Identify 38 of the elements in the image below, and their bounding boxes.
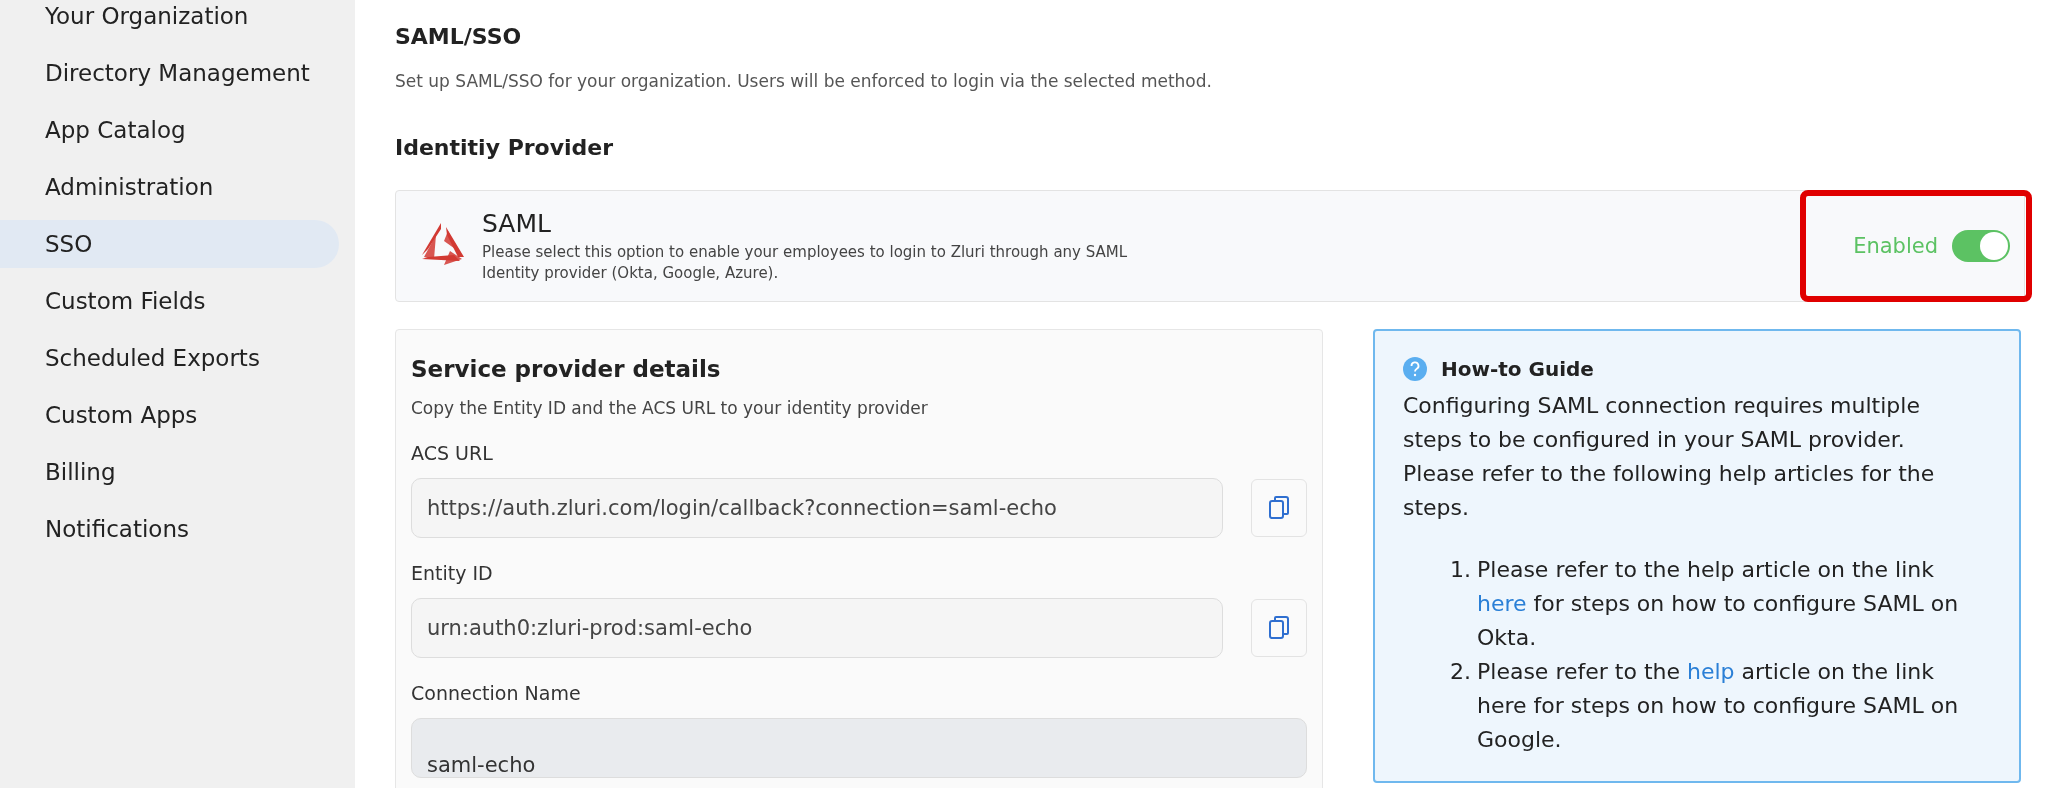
sidebar-item[interactable]: Directory Management <box>0 49 339 97</box>
sidebar-item[interactable]: Custom Fields <box>0 277 339 325</box>
input-field[interactable]: saml-echo <box>411 718 1307 778</box>
help-link[interactable]: here <box>1477 591 1527 616</box>
list-number: 1. <box>1449 556 1471 584</box>
panel-heading: Service provider details <box>411 356 722 382</box>
field-label: Entity ID <box>411 562 494 584</box>
page-subtitle: Set up SAML/SSO for your organization. Users will be enforced to login via the selected method. <box>395 71 1213 91</box>
sidebar-item[interactable]: Notifications <box>0 505 339 553</box>
sidebar-item[interactable]: SSO <box>0 220 339 268</box>
sidebar-item[interactable]: Custom Apps <box>0 391 339 439</box>
input-field[interactable]: https://auth.zluri.com/login/callback?connection=saml-echo <box>411 478 1223 538</box>
copy-icon <box>1268 615 1290 641</box>
status-label: Enabled <box>1853 234 1938 258</box>
provider-name: SAML <box>482 208 552 238</box>
sidebar-item[interactable]: App Catalog <box>0 106 339 154</box>
field-label: ACS URL <box>411 442 494 464</box>
guide-step: Please refer to the help article on the link here for steps on how to configure SAML on Google. <box>1477 655 1989 757</box>
field-label: Connection Name <box>411 682 582 704</box>
provider-description: Please select this option to enable your employees to login to Zluri through any SAML Identity provider (Okta, Google, Azure). <box>482 241 1129 284</box>
sidebar-item[interactable]: Billing <box>0 448 339 496</box>
copy-button[interactable] <box>1251 479 1307 537</box>
sidebar-item[interactable]: Your Organization <box>0 0 339 40</box>
list-number: 2. <box>1449 658 1471 686</box>
guide-title: How-to Guide <box>1441 357 1594 381</box>
copy-button[interactable] <box>1251 599 1307 657</box>
page-title: SAML/SSO <box>395 24 523 49</box>
help-icon <box>1403 357 1427 381</box>
sidebar-item[interactable]: Administration <box>0 163 339 211</box>
enable-toggle[interactable] <box>1952 230 2010 262</box>
section-heading: Identitiy Provider <box>395 135 615 160</box>
copy-icon <box>1268 495 1290 521</box>
sidebar-item[interactable]: Scheduled Exports <box>0 334 339 382</box>
help-link[interactable]: help <box>1687 659 1735 684</box>
guide-text: Configuring SAML connection requires multiple steps to be configured in your SAML provider. Please refer to the following help articles for the steps. <box>1403 392 1936 522</box>
input-field[interactable]: urn:auth0:zluri-prod:saml-echo <box>411 598 1223 658</box>
panel-subtitle: Copy the Entity ID and the ACS URL to your identity provider <box>411 398 929 418</box>
guide-step: Please refer to the help article on the link here for steps on how to configure SAML on Okta. <box>1477 553 1989 655</box>
